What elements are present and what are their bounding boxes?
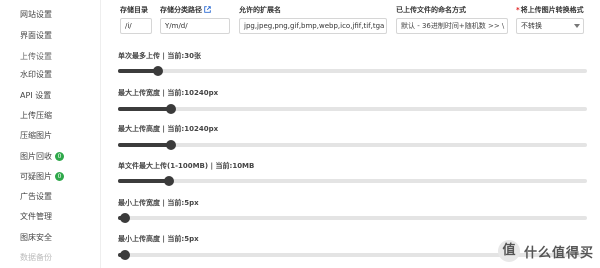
slider-label-min-height: 最小上传高度 | 当前:5px (118, 235, 199, 243)
sidebar-item-label: 上传设置 (20, 52, 52, 61)
convert-select[interactable]: 不转换 (516, 18, 584, 34)
slider-fill (118, 69, 158, 73)
sidebar-item-file-manager[interactable]: 文件管理 (0, 207, 100, 227)
slider-max-filesize[interactable] (118, 176, 587, 186)
slider-label-min-width: 最小上传宽度 | 当前:5px (118, 199, 199, 207)
slider-thumb[interactable] (120, 250, 131, 260)
slider-fill (118, 179, 170, 183)
sidebar-item-image-recycle[interactable]: 图片回收 0 (0, 147, 100, 167)
storage-path-label: 存储分类路径 (160, 5, 211, 15)
slider-label-max-height: 最大上传高度 | 当前:10240px (118, 125, 219, 133)
count-badge: 0 (55, 152, 64, 161)
sidebar-item-label: 图片回收 (20, 152, 52, 161)
slider-label-max-width: 最大上传宽度 | 当前:10240px (118, 89, 219, 97)
settings-sidebar: 网站设置 界面设置 上传设置 水印设置 API 设置 上传压缩 压缩图片 图片回… (0, 0, 101, 268)
sidebar-item-label: API 设置 (20, 91, 52, 100)
sidebar-item-label: 界面设置 (20, 31, 52, 40)
sidebar-item-ui-settings[interactable]: 界面设置 (0, 26, 100, 46)
slider-max-count[interactable] (118, 66, 587, 76)
allowed-ext-input[interactable]: jpg,jpeg,png,gif,bmp,webp,ico,jfif,tif,t… (239, 18, 387, 34)
sidebar-item-label: 压缩图片 (20, 131, 52, 140)
slider-thumb[interactable] (120, 213, 131, 223)
slider-label-max-count: 单次最多上传 | 当前:30张 (118, 52, 201, 60)
sidebar-item-backup[interactable]: 数据备份 (0, 248, 100, 268)
sidebar-item-label: 文件管理 (20, 212, 52, 221)
naming-select[interactable]: 默认 - 36进制时间+随机数 >> \ (396, 18, 508, 34)
sidebar-item-suspicious-images[interactable]: 可疑图片 0 (0, 167, 100, 187)
sidebar-item-label: 图床安全 (20, 233, 52, 242)
sidebar-item-label: 可疑图片 (20, 172, 52, 181)
slider-thumb[interactable] (165, 140, 176, 150)
sidebar-item-site-settings[interactable]: 网站设置 (0, 5, 100, 25)
allowed-ext-label: 允许的扩展名 (239, 6, 281, 14)
sidebar-item-api-settings[interactable]: API 设置 (0, 86, 100, 106)
slider-thumb[interactable] (165, 104, 176, 114)
convert-label: *将上传图片转换格式 (516, 5, 584, 15)
storage-path-label-text: 存储分类路径 (160, 6, 202, 14)
count-badge: 0 (55, 172, 64, 181)
storage-dir-label: 存储目录 (120, 6, 148, 14)
convert-select-value: 不转换 (521, 22, 542, 30)
sidebar-item-security[interactable]: 图床安全 (0, 228, 100, 248)
sidebar-item-compress-images[interactable]: 压缩图片 (0, 126, 100, 146)
sidebar-item-label: 数据备份 (20, 253, 52, 262)
required-mark: * (516, 6, 520, 14)
sidebar-item-label: 广告设置 (20, 192, 52, 201)
convert-label-text: 将上传图片转换格式 (520, 6, 584, 14)
slider-thumb[interactable] (164, 176, 175, 186)
sidebar-item-label: 上传压缩 (20, 111, 52, 120)
slider-fill (118, 143, 171, 147)
storage-dir-input[interactable]: /i/ (120, 18, 152, 34)
site-watermark: 值 什么值得买 (497, 240, 594, 262)
slider-max-width[interactable] (118, 104, 587, 114)
sidebar-item-ad-settings[interactable]: 广告设置 (0, 187, 100, 207)
chevron-down-icon (574, 24, 580, 28)
sidebar-item-watermark-settings[interactable]: 水印设置 (0, 65, 100, 85)
slider-thumb[interactable] (152, 66, 163, 76)
slider-min-width[interactable] (118, 213, 587, 223)
slider-label-max-filesize: 单文件最大上传(1-100MB) | 当前:10MB (118, 162, 255, 170)
naming-label: 已上传文件的命名方式 (396, 6, 466, 14)
slider-max-height[interactable] (118, 140, 587, 150)
sidebar-item-label: 水印设置 (20, 70, 52, 79)
storage-path-input[interactable]: Y/m/d/ (160, 18, 230, 34)
watermark-text: 什么值得买 (523, 245, 594, 261)
sidebar-item-upload-settings[interactable]: 上传设置 (0, 47, 100, 67)
sidebar-item-upload-compress[interactable]: 上传压缩 (0, 106, 100, 126)
external-link-icon[interactable] (204, 6, 211, 15)
slider-fill (118, 107, 171, 111)
watermark-logo-icon: 值 (497, 240, 520, 262)
sidebar-item-label: 网站设置 (20, 10, 52, 19)
